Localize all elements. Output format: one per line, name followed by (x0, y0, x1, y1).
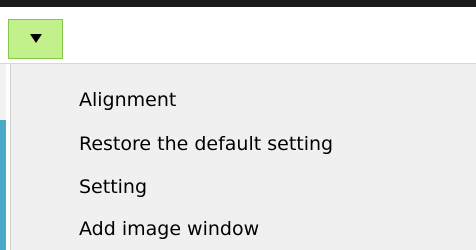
menu-item-alignment[interactable]: Alignment (67, 80, 176, 120)
toolbar (0, 7, 476, 64)
menu-item-restore-default[interactable]: Restore the default setting (67, 124, 333, 164)
background-panel-edge (0, 64, 10, 250)
triangle-down-icon (29, 34, 42, 43)
panel-edge-light (0, 64, 6, 120)
menu-item-setting[interactable]: Setting (67, 167, 147, 207)
dropdown-menu: Alignment Restore the default setting Se… (10, 64, 476, 250)
window-top-edge (0, 0, 476, 7)
menu-dropdown-button[interactable] (8, 19, 63, 59)
menu-item-add-image-window[interactable]: Add image window (67, 209, 259, 249)
panel-edge-accent (0, 120, 6, 250)
menu-icon-gutter (11, 64, 63, 250)
